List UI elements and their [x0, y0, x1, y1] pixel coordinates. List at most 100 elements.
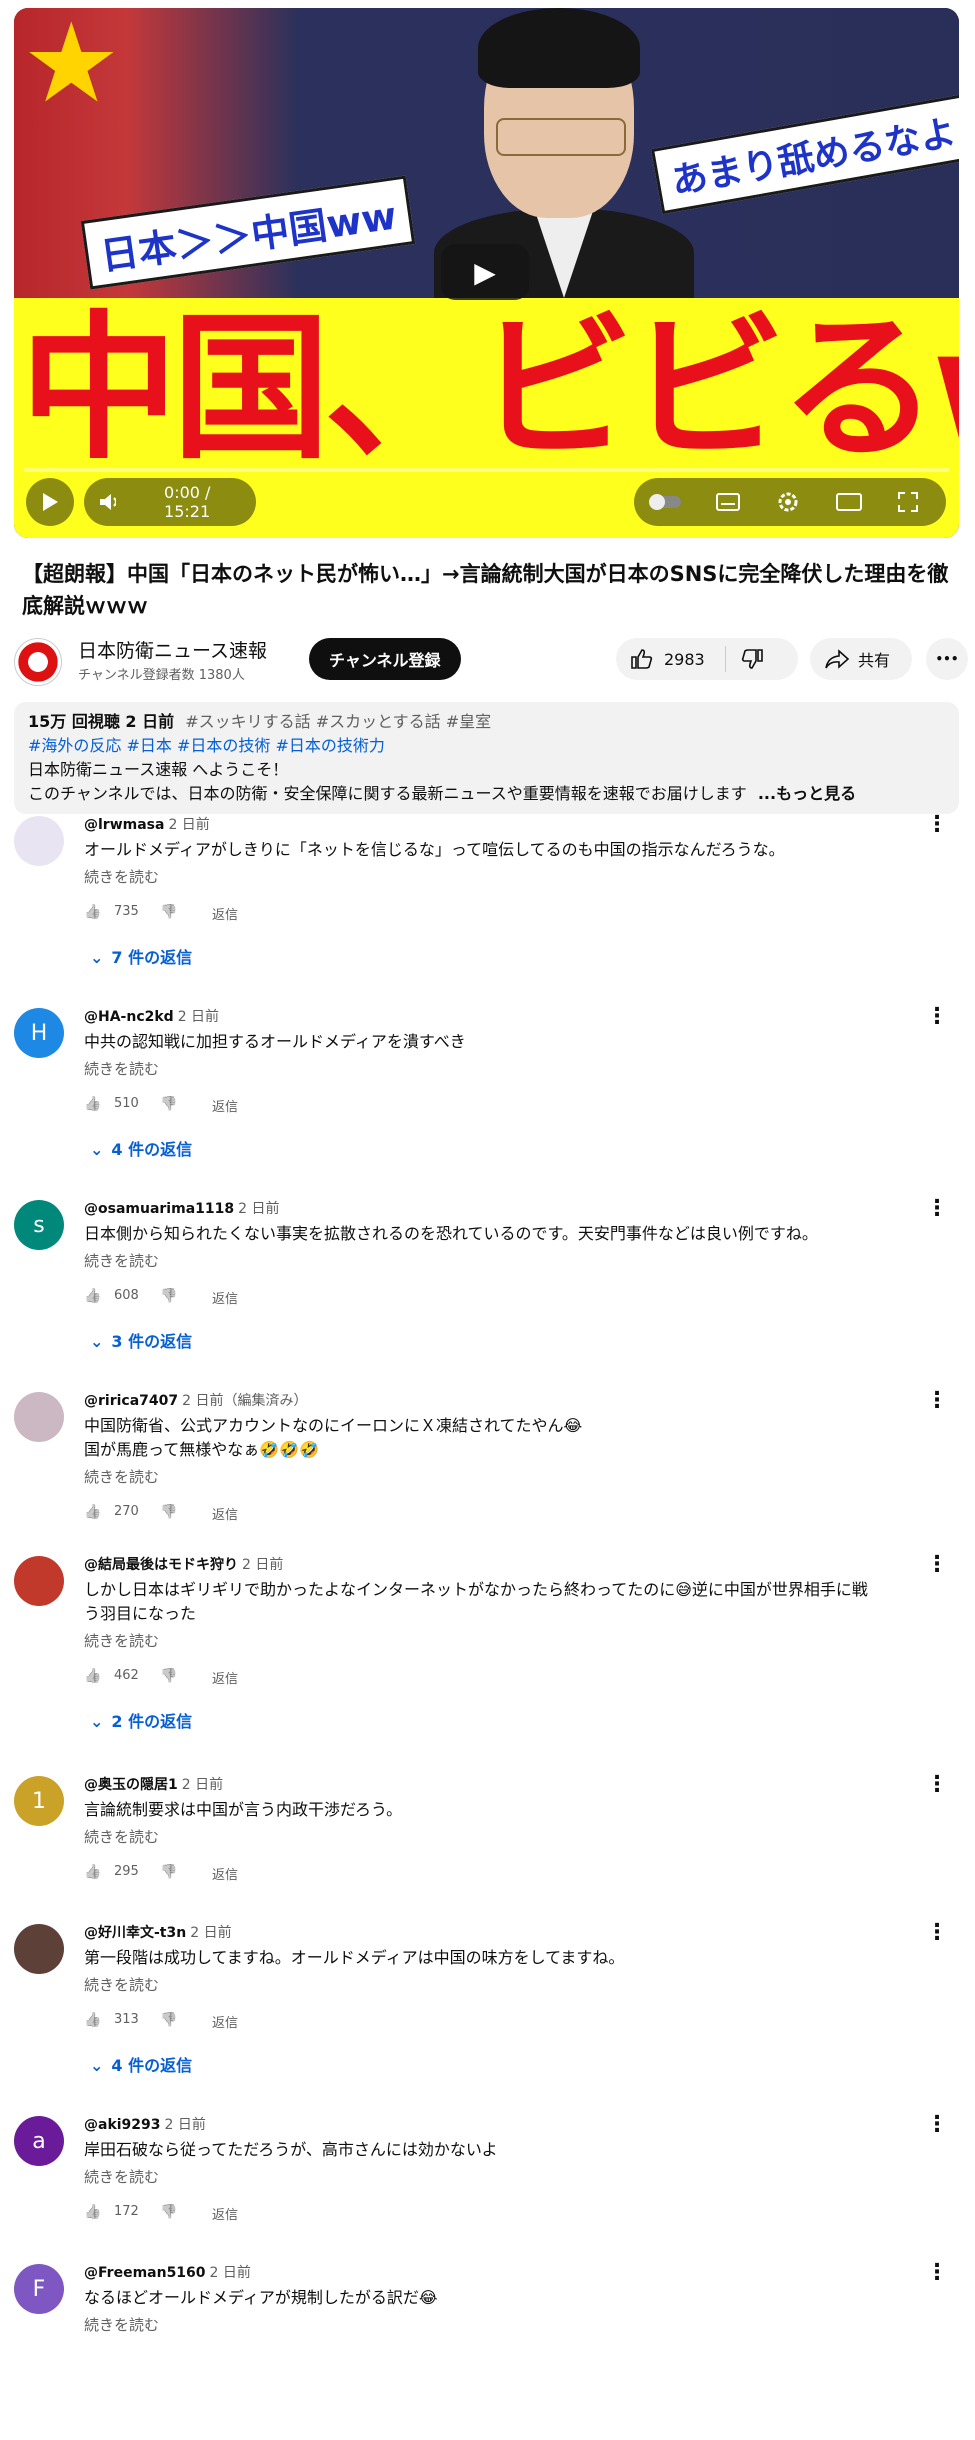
like-icon[interactable]: 👍	[84, 1668, 101, 1684]
autoplay-toggle-icon[interactable]	[648, 492, 682, 512]
description-box[interactable]: 15万 回視聴 2 日前 #スッキリする話 #スカッとする話 #皇室 #海外の反…	[14, 702, 959, 814]
comment-avatar[interactable]: F	[14, 2264, 64, 2314]
read-more-link[interactable]: 続きを読む	[84, 2314, 159, 2335]
read-more-link[interactable]: 続きを読む	[84, 1630, 159, 1651]
subscribe-button[interactable]: チャンネル登録	[309, 638, 461, 680]
like-icon[interactable]: 👍	[84, 1288, 101, 1304]
description-tags-2[interactable]: #海外の反応 #日本 #日本の技術 #日本の技術力	[28, 734, 385, 758]
comment-menu-icon[interactable]: ⋮	[926, 2260, 948, 2285]
comment-avatar[interactable]	[14, 1392, 64, 1442]
reply-button[interactable]: 返信	[212, 1096, 238, 1115]
show-more-link[interactable]: ...もっと見る	[758, 784, 856, 803]
like-icon[interactable]: 👍	[84, 2012, 101, 2028]
comment-avatar[interactable]: H	[14, 1008, 64, 1058]
comment-avatar[interactable]	[14, 1556, 64, 1606]
comment-menu-icon[interactable]: ⋮	[926, 1388, 948, 1413]
view-replies-button[interactable]: ⌄ 3 件の返信	[90, 1328, 192, 1352]
dislike-icon[interactable]: 👎	[160, 1668, 177, 1684]
comment-username[interactable]: @好川幸文-t3n	[84, 1925, 186, 1941]
read-more-link[interactable]: 続きを読む	[84, 1058, 159, 1079]
comment-username[interactable]: @osamuarima1118	[84, 1201, 234, 1217]
comment-author[interactable]: @aki9293 2 日前	[84, 2114, 206, 2134]
play-pause-button[interactable]	[26, 478, 74, 526]
comment-avatar[interactable]: a	[14, 2116, 64, 2166]
like-icon[interactable]: 👍	[84, 1864, 101, 1880]
share-button[interactable]: 共有	[810, 638, 912, 680]
comment-avatar[interactable]	[14, 1924, 64, 1974]
comment-menu-icon[interactable]: ⋮	[926, 1004, 948, 1029]
comment-author[interactable]: @HA-nc2kd 2 日前	[84, 1006, 219, 1026]
reply-button[interactable]: 返信	[212, 2204, 238, 2223]
comment-author[interactable]: @ririca7407 2 日前（編集済み）	[84, 1390, 307, 1410]
dislike-icon[interactable]: 👎	[160, 1504, 177, 1520]
comment-menu-icon[interactable]: ⋮	[926, 1920, 948, 1945]
dislike-icon[interactable]: 👎	[160, 1864, 177, 1880]
comment-author[interactable]: @lrwmasa 2 日前	[84, 814, 210, 834]
dislike-icon[interactable]: 👎	[160, 2204, 177, 2220]
comment-author[interactable]: @好川幸文-t3n 2 日前	[84, 1922, 232, 1942]
comment-text-line-2: う羽目になった	[84, 1604, 197, 1623]
description-tags-1[interactable]: #スッキリする話 #スカッとする話 #皇室	[185, 712, 491, 731]
share-icon	[825, 649, 850, 669]
like-count[interactable]: 2983	[664, 650, 705, 669]
reply-button[interactable]: 返信	[212, 1864, 238, 1883]
dislike-icon[interactable]: 👎	[160, 1288, 177, 1304]
video-player[interactable]: ★ 日本＞＞中国ww あまり舐めるなよ！ 中国、ビビるww ▶ 0:00 / 1…	[14, 8, 959, 538]
comment-menu-icon[interactable]: ⋮	[926, 812, 948, 837]
fullscreen-icon[interactable]	[896, 490, 920, 514]
reply-button[interactable]: 返信	[212, 904, 238, 923]
comment-author[interactable]: @Freeman5160 2 日前	[84, 2262, 251, 2282]
like-icon[interactable]: 👍	[84, 1096, 101, 1112]
read-more-link[interactable]: 続きを読む	[84, 1466, 159, 1487]
comment-menu-icon[interactable]: ⋮	[926, 1552, 948, 1577]
reply-button[interactable]: 返信	[212, 1504, 238, 1523]
comment-username[interactable]: @Freeman5160	[84, 2265, 206, 2281]
settings-gear-icon[interactable]	[776, 490, 800, 514]
play-button[interactable]: ▶	[441, 244, 529, 300]
dislike-icon[interactable]: 👎	[160, 1096, 177, 1112]
read-more-link[interactable]: 続きを読む	[84, 866, 159, 887]
read-more-link[interactable]: 続きを読む	[84, 1826, 159, 1847]
read-more-link[interactable]: 続きを読む	[84, 1250, 159, 1271]
view-replies-button[interactable]: ⌄ 4 件の返信	[90, 2052, 192, 2076]
volume-icon[interactable]	[98, 492, 117, 512]
progress-bar[interactable]	[24, 468, 949, 472]
like-icon[interactable]: 👍	[84, 904, 101, 920]
view-replies-button[interactable]: ⌄ 4 件の返信	[90, 1136, 192, 1160]
comment-author[interactable]: @奥玉の隠居1 2 日前	[84, 1774, 223, 1794]
comment-menu-icon[interactable]: ⋮	[926, 1772, 948, 1797]
comment-text: 言論統制要求は中国が言う内政干渉だろう。	[84, 1800, 403, 1819]
dislike-icon[interactable]: 👎	[160, 2012, 177, 2028]
reply-button[interactable]: 返信	[212, 1668, 238, 1687]
comment-username[interactable]: @HA-nc2kd	[84, 1009, 174, 1025]
comment-author[interactable]: @結局最後はモドキ狩り 2 日前	[84, 1554, 283, 1574]
theater-mode-icon[interactable]	[836, 492, 862, 512]
view-replies-button[interactable]: ⌄ 2 件の返信	[90, 1708, 192, 1732]
read-more-link[interactable]: 続きを読む	[84, 2166, 159, 2187]
comment-username[interactable]: @ririca7407	[84, 1393, 178, 1409]
channel-avatar[interactable]	[14, 638, 62, 686]
comment-avatar[interactable]	[14, 816, 64, 866]
comment-item: @好川幸文-t3n 2 日前 ⋮ 第一段階は成功してますね。オールドメディアは中国の味…	[0, 1920, 975, 2100]
comment-username[interactable]: @aki9293	[84, 2117, 161, 2133]
read-more-link[interactable]: 続きを読む	[84, 1974, 159, 1995]
like-icon[interactable]: 👍	[84, 1504, 101, 1520]
like-icon[interactable]: 👍	[84, 2204, 101, 2220]
comment-menu-icon[interactable]: ⋮	[926, 1196, 948, 1221]
comment-username[interactable]: @結局最後はモドキ狩り	[84, 1557, 238, 1573]
channel-name[interactable]: 日本防衛ニュース速報	[78, 636, 267, 663]
comment-menu-icon[interactable]: ⋮	[926, 2112, 948, 2137]
reply-button[interactable]: 返信	[212, 1288, 238, 1307]
subtitles-icon[interactable]	[716, 492, 740, 512]
dislike-icon[interactable]: 👎	[160, 904, 177, 920]
like-icon[interactable]	[630, 648, 654, 670]
more-actions-button[interactable]: •••	[926, 638, 968, 680]
dislike-icon[interactable]	[740, 648, 764, 670]
comment-avatar[interactable]: 1	[14, 1776, 64, 1826]
view-replies-button[interactable]: ⌄ 7 件の返信	[90, 944, 192, 968]
reply-button[interactable]: 返信	[212, 2012, 238, 2031]
comment-author[interactable]: @osamuarima1118 2 日前	[84, 1198, 279, 1218]
comment-username[interactable]: @奥玉の隠居1	[84, 1777, 178, 1793]
comment-avatar[interactable]: s	[14, 1200, 64, 1250]
comment-username[interactable]: @lrwmasa	[84, 817, 164, 833]
